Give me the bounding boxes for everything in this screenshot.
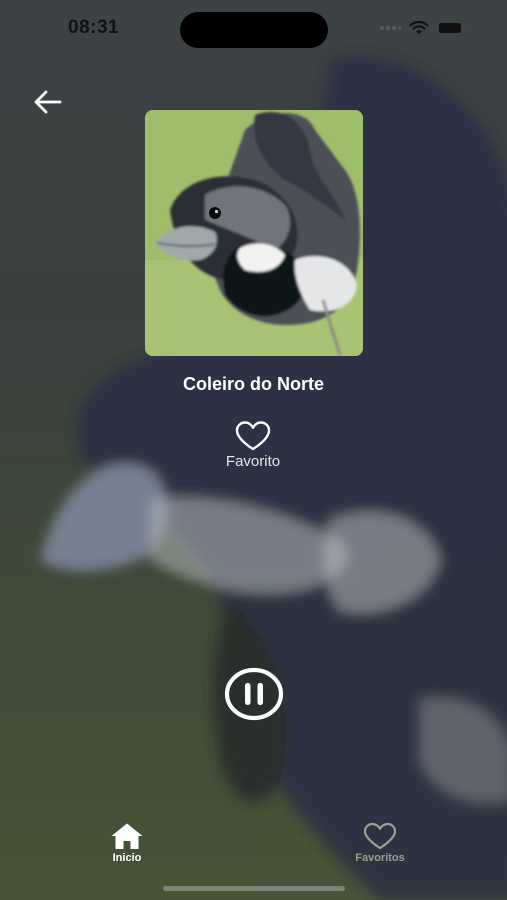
- status-time: 08:31: [68, 17, 120, 38]
- tab-inicio[interactable]: Inicio: [77, 822, 177, 864]
- cellular-signal-icon: [380, 26, 401, 30]
- status-icons: [379, 20, 467, 36]
- dynamic-island: [180, 12, 328, 48]
- battery-icon: [437, 21, 466, 35]
- tab-inicio-label: Inicio: [112, 852, 142, 864]
- pause-circle-icon: [224, 667, 284, 721]
- status-bar: 08:31: [0, 0, 507, 60]
- tab-favoritos-label: Favoritos: [355, 852, 405, 864]
- arrow-left-icon: [34, 90, 62, 114]
- home-icon: [111, 823, 143, 849]
- tab-favoritos[interactable]: Favoritos: [330, 822, 430, 864]
- heart-outline-icon: [235, 421, 271, 451]
- cover-image: [145, 110, 363, 356]
- player-screen: 08:31 Coleiro do Norte Favorito Inicio F…: [0, 0, 507, 900]
- track-title: Coleiro do Norte: [182, 374, 324, 394]
- back-button[interactable]: [30, 86, 66, 118]
- pause-button[interactable]: [224, 666, 284, 722]
- heart-outline-icon: [363, 822, 397, 850]
- favorite-label: Favorito: [225, 453, 281, 470]
- home-indicator[interactable]: [163, 886, 345, 891]
- favorite-toggle[interactable]: Favorito: [203, 420, 303, 476]
- wifi-icon: [409, 20, 429, 35]
